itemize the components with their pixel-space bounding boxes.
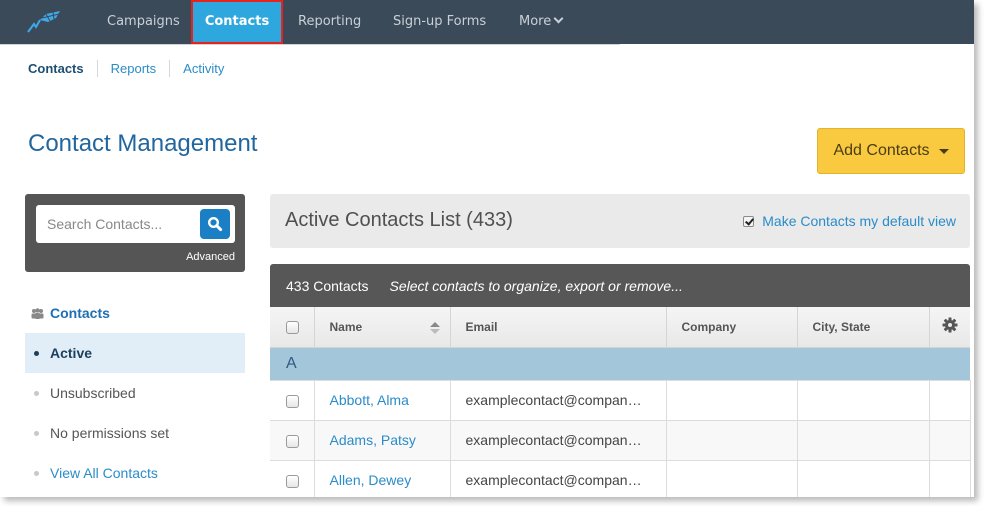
toolbar-hint: Select contacts to organize, export or r… (389, 277, 683, 294)
company-cell (666, 420, 798, 461)
settings-cell (929, 460, 971, 497)
company-cell (666, 380, 798, 421)
sidebar-item-label: No permissions set (50, 425, 170, 441)
sub-navigation: Contacts Reports Activity (28, 59, 224, 77)
row-select-cell (270, 460, 315, 497)
people-icon (31, 307, 44, 319)
chevron-down-icon (553, 13, 564, 24)
contact-name-link[interactable]: Allen, Dewey (330, 472, 412, 488)
list-title: Active Contacts List (433) (285, 209, 513, 231)
city-state-cell (797, 420, 930, 461)
contact-name-link[interactable]: Adams, Patsy (330, 432, 416, 448)
column-settings-cell (929, 307, 970, 348)
row-select-cell (270, 420, 315, 461)
nav-campaigns[interactable]: Campaigns (107, 0, 180, 44)
gear-icon[interactable] (942, 317, 958, 333)
column-header-email[interactable]: Email (450, 307, 667, 348)
email-cell: examplecontact@compan… (450, 380, 667, 421)
brand-logo-icon[interactable] (26, 10, 62, 34)
nav-more-label: More (519, 14, 552, 29)
sidebar-heading-label: Contacts (50, 305, 110, 321)
sidebar-item-unsubscribed[interactable]: Unsubscribed (25, 373, 245, 413)
subnav-contacts[interactable]: Contacts (28, 61, 84, 76)
subnav-activity[interactable]: Activity (183, 61, 224, 76)
name-cell: Abbott, Alma (314, 380, 451, 421)
contacts-table: Name Email Company City, State A Abbott,… (270, 307, 971, 497)
column-header-city-state[interactable]: City, State (797, 307, 930, 348)
app-window: Campaigns Contacts Reporting Sign-up For… (0, 0, 974, 497)
row-checkbox[interactable] (286, 394, 299, 408)
bullet-icon (34, 430, 39, 436)
bullet-icon (34, 350, 39, 356)
top-navigation: Campaigns Contacts Reporting Sign-up For… (0, 0, 974, 44)
search-button[interactable] (200, 209, 230, 239)
default-view-label: Make Contacts my default view (762, 213, 956, 229)
row-select-cell (270, 380, 315, 421)
city-state-cell (797, 460, 930, 497)
email-cell: examplecontact@compan… (450, 460, 667, 497)
default-view-toggle[interactable]: Make Contacts my default view (743, 213, 956, 229)
column-header-name[interactable]: Name (314, 307, 451, 348)
contact-name-link[interactable]: Abbott, Alma (330, 392, 409, 408)
search-icon (207, 216, 223, 232)
sort-icon[interactable] (429, 321, 440, 334)
select-all-checkbox[interactable] (286, 320, 299, 334)
sidebar-item-label: View All Contacts (50, 465, 158, 481)
name-cell: Allen, Dewey (314, 460, 451, 497)
subnav-reports[interactable]: Reports (111, 61, 157, 76)
settings-cell (929, 420, 971, 461)
group-row: A (270, 347, 970, 381)
company-cell (666, 460, 798, 497)
select-all-cell (270, 307, 315, 348)
nav-reporting[interactable]: Reporting (298, 0, 361, 44)
table-row[interactable]: Adams, Patsy examplecontact@compan… (270, 420, 971, 461)
sidebar-item-label: Active (50, 345, 93, 361)
subnav-separator (169, 59, 171, 77)
nav-more[interactable]: More (519, 0, 564, 44)
list-toolbar: 433 Contacts Select contacts to organize… (270, 264, 970, 307)
group-letter: A (270, 347, 970, 381)
table-row[interactable]: Abbott, Alma examplecontact@compan… (270, 380, 971, 421)
row-checkbox[interactable] (286, 434, 299, 448)
sidebar-item-view-all[interactable]: View All Contacts (25, 453, 245, 493)
nav-contacts[interactable]: Contacts (191, 0, 283, 44)
email-cell: examplecontact@compan… (450, 420, 667, 461)
column-name-label: Name (329, 319, 363, 334)
sidebar-item-label: Unsubscribed (50, 385, 136, 401)
subnav-separator (96, 59, 98, 77)
sidebar-heading[interactable]: Contacts (31, 305, 110, 321)
bullet-icon (34, 470, 39, 476)
sidebar-item-no-permissions[interactable]: No permissions set (25, 413, 245, 453)
contact-count: 433 Contacts (286, 277, 369, 294)
settings-cell (929, 380, 971, 421)
page-title: Contact Management (28, 130, 258, 157)
bullet-icon (34, 390, 39, 396)
name-cell: Adams, Patsy (314, 420, 451, 461)
caret-down-icon (938, 148, 949, 154)
table-header-row: Name Email Company City, State (270, 307, 970, 348)
nav-signup-forms[interactable]: Sign-up Forms (393, 0, 486, 44)
search-panel: Advanced (25, 194, 245, 272)
sidebar-item-active[interactable]: Active (25, 333, 245, 373)
row-checkbox[interactable] (286, 474, 299, 488)
nav-divider (0, 44, 620, 45)
table-row[interactable]: Allen, Dewey examplecontact@compan… (270, 460, 971, 497)
advanced-search-link[interactable]: Advanced (186, 251, 235, 263)
column-header-company[interactable]: Company (666, 307, 798, 348)
city-state-cell (797, 380, 930, 421)
add-contacts-button[interactable]: Add Contacts (817, 128, 965, 174)
default-view-checkbox[interactable] (743, 215, 755, 227)
add-contacts-label: Add Contacts (833, 142, 930, 159)
list-header: Active Contacts List (433) Make Contacts… (270, 194, 970, 248)
